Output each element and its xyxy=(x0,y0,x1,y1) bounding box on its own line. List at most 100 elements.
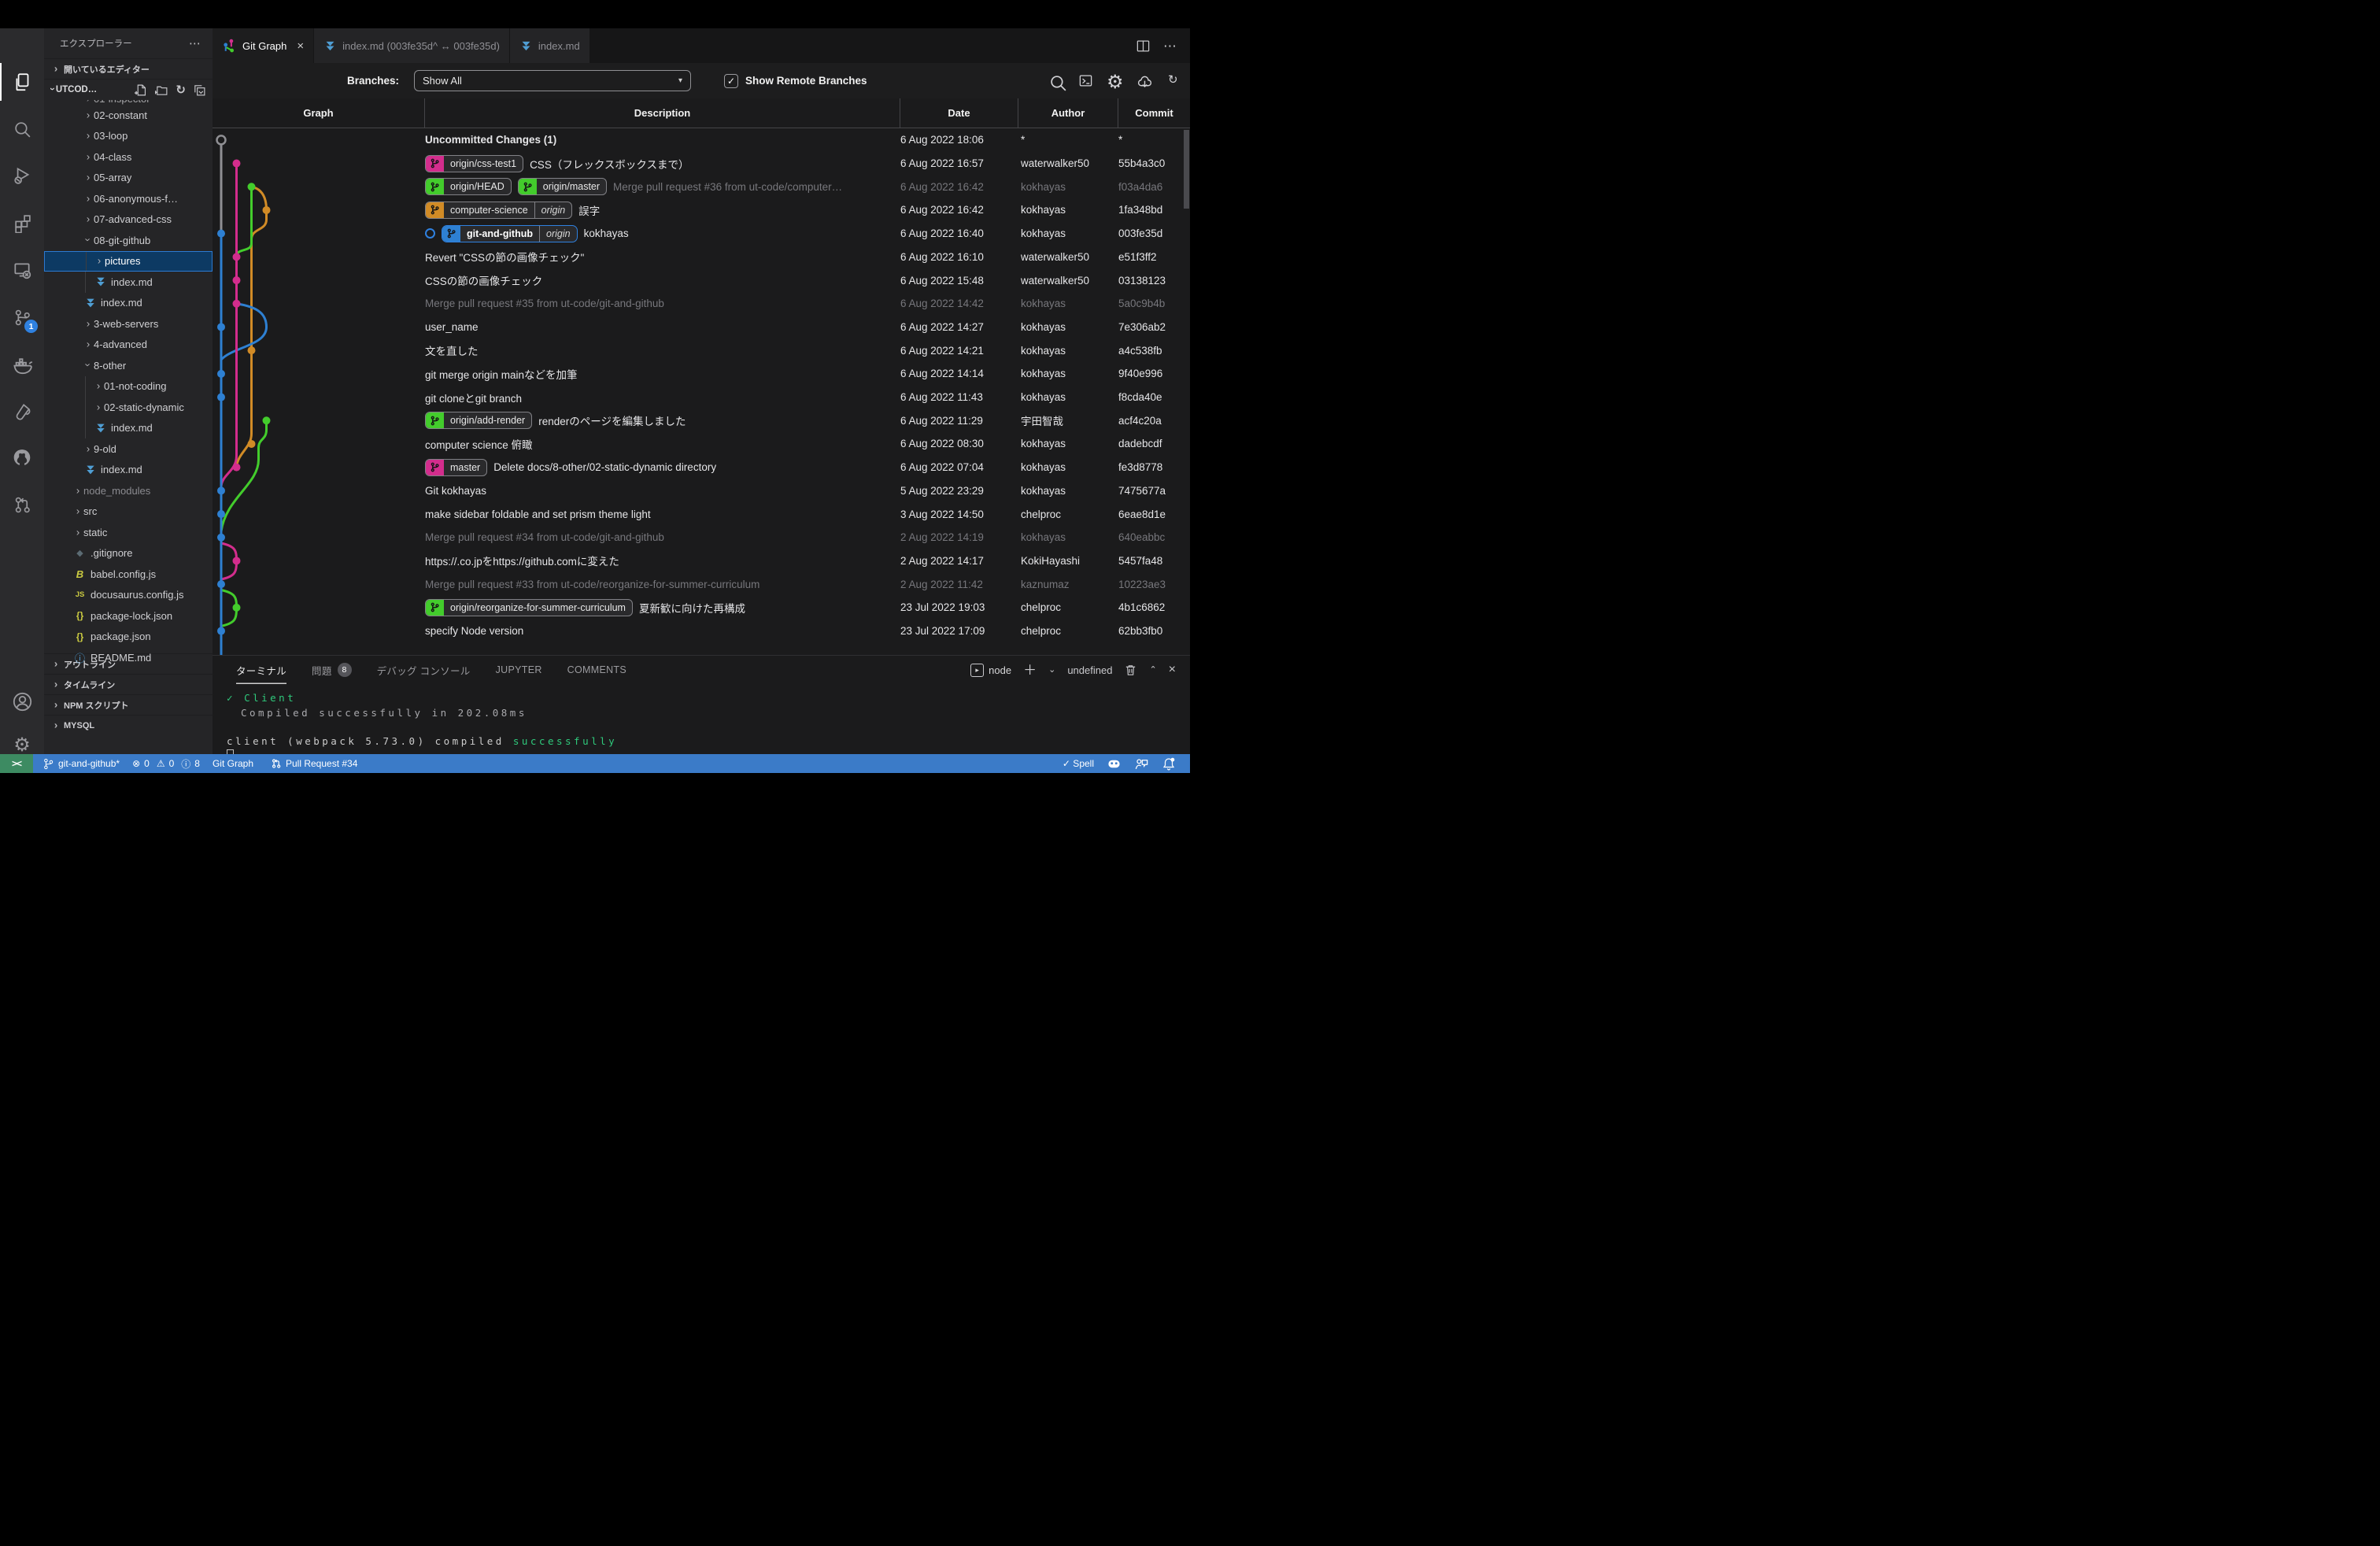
column-header-Graph[interactable]: Graph xyxy=(213,98,425,128)
tree-folder-static[interactable]: ›static xyxy=(44,522,213,543)
branch-badge-origin/add-render[interactable]: origin/add-render xyxy=(425,412,532,429)
commit-row[interactable]: computer science 俯瞰6 Aug 2022 08:30kokha… xyxy=(213,432,1190,456)
activity-run-debug-icon[interactable] xyxy=(0,157,44,194)
commit-row[interactable]: origin/HEADorigin/masterMerge pull reque… xyxy=(213,175,1190,198)
commit-row[interactable]: 文を直した6 Aug 2022 14:21kokhayasa4c538fb xyxy=(213,338,1190,362)
commit-row[interactable]: specify Node version23 Jul 2022 17:09che… xyxy=(213,620,1190,643)
commit-row[interactable]: CSSの節の画像チェック6 Aug 2022 15:48waterwalker5… xyxy=(213,268,1190,292)
branch-badge-computer-science[interactable]: computer-scienceorigin xyxy=(425,202,572,219)
panel-tab-COMMENTS[interactable]: COMMENTS xyxy=(567,656,626,684)
panel-caretdown-icon[interactable]: ⌄ xyxy=(1048,666,1055,675)
panel-plus-icon[interactable]: ＋ xyxy=(1023,664,1037,677)
commit-row[interactable]: make sidebar foldable and set prism them… xyxy=(213,502,1190,526)
column-header-Date[interactable]: Date xyxy=(900,98,1018,128)
activity-docker-icon[interactable] xyxy=(0,346,44,383)
commit-row[interactable]: computer-scienceorigin誤字6 Aug 2022 16:42… xyxy=(213,198,1190,222)
tree-folder-src[interactable]: ›src xyxy=(44,501,213,523)
sidebar-more-icon[interactable]: ⋯ xyxy=(189,36,201,50)
tree-folder-06-anonymous-f…[interactable]: ›06-anonymous-f… xyxy=(44,188,213,209)
commit-row[interactable]: origin/css-test1CSS（フレックスボックスまで）6 Aug 20… xyxy=(213,152,1190,176)
commit-row[interactable]: git-and-githuboriginkokhayas6 Aug 2022 1… xyxy=(213,222,1190,246)
toolbar-search-icon[interactable] xyxy=(1048,73,1068,97)
more-icon[interactable]: ⋯ xyxy=(1163,39,1177,53)
tab-index.md[interactable]: index.md xyxy=(510,28,590,63)
branch-badge-origin/master[interactable]: origin/master xyxy=(518,178,607,195)
remote-indicator[interactable]: >< xyxy=(0,754,33,773)
panel-trash-icon[interactable] xyxy=(1124,664,1137,677)
tree-file-index.md[interactable]: index.md xyxy=(44,418,213,439)
workspace-folder-header[interactable]: › UTCOD… ↻ xyxy=(44,79,213,100)
branch-badge-origin/css-test1[interactable]: origin/css-test1 xyxy=(425,155,523,172)
sidebar-section-NPM スクリプト[interactable]: ›NPM スクリプト xyxy=(44,694,213,715)
splitview-icon[interactable] xyxy=(1136,39,1151,54)
activity-loop-tool-icon[interactable] xyxy=(0,393,44,431)
branch-badge-origin/HEAD[interactable]: origin/HEAD xyxy=(425,178,512,195)
branch-badge-origin/reorganize-for-summer-curriculum[interactable]: origin/reorganize-for-summer-curriculum xyxy=(425,599,633,616)
shell-selector[interactable]: ▸node xyxy=(970,664,1011,677)
spell-status[interactable]: ✓ Spell xyxy=(1056,758,1100,769)
show-remote-branches[interactable]: ✓ Show Remote Branches xyxy=(724,74,867,88)
commit-row[interactable]: git cloneとgit branch6 Aug 2022 11:43kokh… xyxy=(213,386,1190,409)
explorer-refresh-icon[interactable]: ↻ xyxy=(176,84,186,96)
activity-source-control-icon[interactable]: 1 xyxy=(0,298,44,336)
column-header-Description[interactable]: Description xyxy=(425,98,900,128)
commit-row[interactable]: Merge pull request #35 from ut-code/git-… xyxy=(213,292,1190,316)
tree-file-docusaurus.config.js[interactable]: JSdocusaurus.config.js xyxy=(44,585,213,606)
tree-folder-3-web-servers[interactable]: ›3-web-servers xyxy=(44,313,213,335)
problems-status[interactable]: ⊗0 ⚠0 ⓘ8 xyxy=(126,757,206,771)
explorer-new-folder-icon[interactable] xyxy=(155,83,168,97)
tree-folder-4-advanced[interactable]: ›4-advanced xyxy=(44,335,213,356)
tab-index.md (003fe35d^ ↔ 003fe35d)[interactable]: index.md (003fe35d^ ↔ 003fe35d) xyxy=(314,28,510,63)
commit-row[interactable]: origin/reorganize-for-summer-curriculum夏… xyxy=(213,596,1190,620)
activity-extensions-icon[interactable] xyxy=(0,204,44,242)
toolbar-fetch-icon[interactable] xyxy=(1136,73,1153,94)
notifications-bell-icon[interactable] xyxy=(1155,756,1182,771)
feedback-icon[interactable] xyxy=(1128,756,1155,771)
explorer-new-file-icon[interactable] xyxy=(135,83,148,97)
panel-split-icon[interactable]: undefined xyxy=(1067,664,1112,676)
commit-row[interactable]: Uncommitted Changes (1)6 Aug 2022 18:06*… xyxy=(213,128,1190,152)
tree-folder-pictures[interactable]: ›pictures xyxy=(44,251,213,272)
tree-file-package.json[interactable]: {}package.json xyxy=(44,627,213,648)
tree-folder-05-array[interactable]: ›05-array xyxy=(44,168,213,189)
tab-close-icon[interactable]: × xyxy=(297,39,304,53)
activity-remote-explorer-icon[interactable] xyxy=(0,251,44,289)
sidebar-section-タイムライン[interactable]: ›タイムライン xyxy=(44,674,213,694)
tree-folder-node_modules[interactable]: ›node_modules xyxy=(44,480,213,501)
tree-file-package-lock.json[interactable]: {}package-lock.json xyxy=(44,605,213,627)
commit-row[interactable]: user_name6 Aug 2022 14:27kokhayas7e306ab… xyxy=(213,316,1190,339)
explorer-collapse-all-icon[interactable] xyxy=(193,83,206,97)
tree-file-README.md[interactable]: ⓘREADME.md xyxy=(44,647,213,668)
column-header-Author[interactable]: Author xyxy=(1018,98,1118,128)
activity-pull-requests-icon[interactable] xyxy=(0,486,44,523)
commit-row[interactable]: git merge origin mainなどを加筆6 Aug 2022 14:… xyxy=(213,362,1190,386)
toolbar-refresh-icon[interactable]: ↻ xyxy=(1168,73,1178,87)
tree-folder-9-old[interactable]: ›9-old xyxy=(44,438,213,460)
tree-folder-01-not-coding[interactable]: ›01-not-coding xyxy=(44,376,213,398)
tree-folder-02-static-dynamic[interactable]: ›02-static-dynamic xyxy=(44,397,213,418)
column-header-Commit[interactable]: Commit xyxy=(1118,98,1190,128)
commit-row[interactable]: Revert "CSSの節の画像チェック"6 Aug 2022 16:10wat… xyxy=(213,246,1190,269)
git-graph-status[interactable]: Git Graph xyxy=(206,758,260,769)
branch-status[interactable]: git-and-github* xyxy=(33,758,126,770)
commit-row[interactable]: origin/add-renderrenderのページを編集しました6 Aug … xyxy=(213,409,1190,432)
tree-file-.gitignore[interactable]: ◆.gitignore xyxy=(44,543,213,564)
scrollbar-thumb[interactable] xyxy=(1184,130,1189,209)
tab-Git Graph[interactable]: Git Graph× xyxy=(213,28,314,63)
tree-file-index.md[interactable]: index.md xyxy=(44,293,213,314)
remote-branches-checkbox[interactable]: ✓ xyxy=(724,74,738,88)
open-editors-section[interactable]: › 開いているエディター xyxy=(44,58,213,79)
panel-caretup-icon[interactable]: ⌃ xyxy=(1149,666,1156,675)
copilot-icon[interactable] xyxy=(1100,756,1128,771)
pull-request-status[interactable]: Pull Request #34 xyxy=(260,758,364,769)
activity-explorer-icon[interactable] xyxy=(0,63,44,101)
tree-folder-07-advanced-css[interactable]: ›07-advanced-css xyxy=(44,209,213,231)
tree-file-babel.config.js[interactable]: Bbabel.config.js xyxy=(44,564,213,585)
commit-row[interactable]: Merge pull request #34 from ut-code/git-… xyxy=(213,526,1190,549)
tree-folder-04-class[interactable]: ›04-class xyxy=(44,146,213,168)
commit-row[interactable]: Merge pull request #33 from ut-code/reor… xyxy=(213,572,1190,596)
panel-closex-icon[interactable]: × xyxy=(1169,664,1176,676)
commit-row[interactable]: masterDelete docs/8-other/02-static-dyna… xyxy=(213,456,1190,479)
terminal-output[interactable]: ✓ Client Compiled successfully in 202.08… xyxy=(227,690,617,764)
toolbar-settings-icon[interactable]: ⚙ xyxy=(1107,73,1124,92)
